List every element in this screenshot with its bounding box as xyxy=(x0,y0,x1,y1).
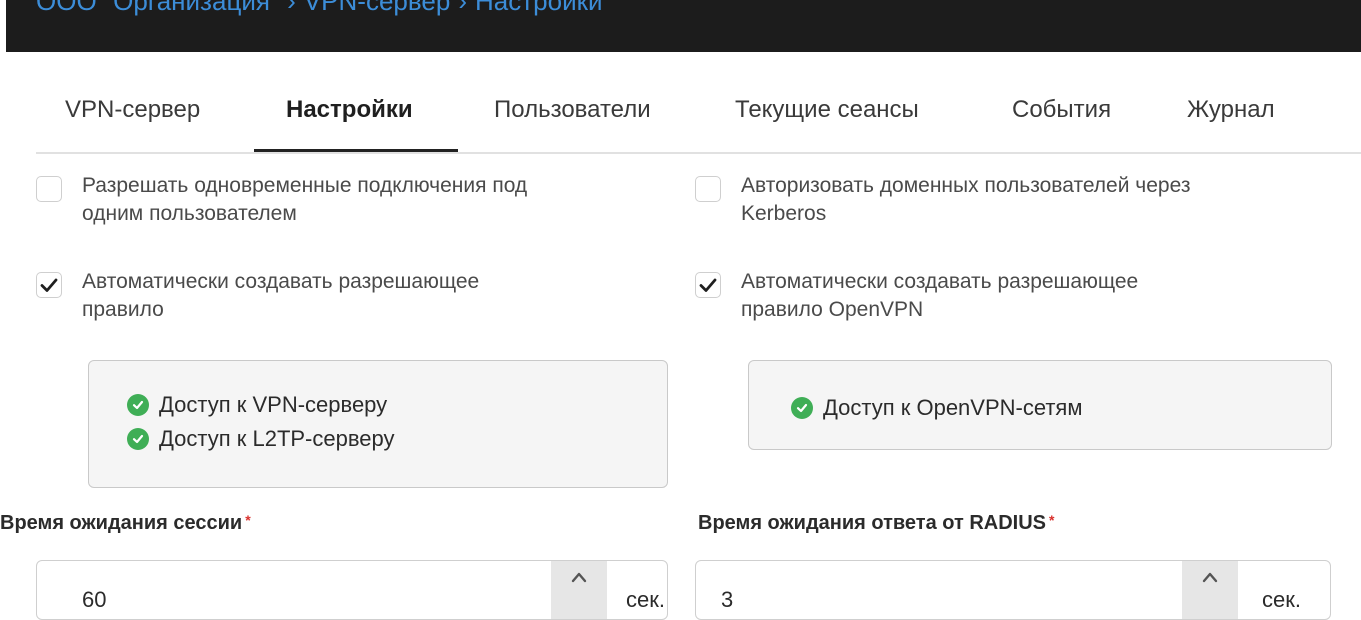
permission-item: Доступ к VPN-серверу xyxy=(127,388,667,422)
radius-timeout-unit: сек. xyxy=(1262,587,1301,612)
kerberos-checkbox[interactable] xyxy=(695,176,721,202)
auto-rule-openvpn-checkbox[interactable] xyxy=(695,272,721,298)
radius-timeout-input[interactable]: 3 сек. xyxy=(695,560,1331,620)
breadcrumb-section[interactable]: VPN-сервер xyxy=(304,0,450,16)
chevron-up-icon xyxy=(571,572,587,583)
tab-vpn-server[interactable]: VPN-сервер xyxy=(65,86,200,152)
session-timeout-input[interactable]: 60 сек. xyxy=(36,560,668,620)
chevron-up-icon xyxy=(1202,572,1218,583)
breadcrumb-page: Настройки xyxy=(475,0,603,16)
breadcrumb-separator-icon: › xyxy=(287,0,296,16)
checkmark-icon xyxy=(40,278,58,292)
permission-item: Доступ к L2TP-серверу xyxy=(127,422,667,456)
check-circle-icon xyxy=(127,428,149,450)
tab-sessions[interactable]: Текущие сеансы xyxy=(735,86,919,152)
option-auto-rule: Автоматически создавать разрешающее прав… xyxy=(36,268,676,324)
check-circle-icon xyxy=(791,397,813,419)
simultaneous-connections-label-line1: Разрешать одновременные подключения под xyxy=(82,174,528,197)
required-mark: * xyxy=(245,512,251,528)
permission-l2tp-server: Доступ к L2TP-серверу xyxy=(159,426,395,451)
auto-rule-label-line1: Автоматически создавать разрешающее xyxy=(82,270,480,293)
radius-timeout-increment-button[interactable] xyxy=(1182,561,1238,619)
session-timeout-increment-button[interactable] xyxy=(551,561,607,619)
auto-rule-openvpn-label-line1: Автоматически создавать разрешающее xyxy=(741,270,1139,293)
required-mark: * xyxy=(1049,512,1055,528)
simultaneous-connections-checkbox[interactable] xyxy=(36,176,62,202)
option-kerberos: Авторизовать доменных пользователей чере… xyxy=(695,172,1355,228)
tab-settings[interactable]: Настройки xyxy=(286,86,413,152)
kerberos-label-line1: Авторизовать доменных пользователей чере… xyxy=(741,174,1191,197)
option-simultaneous-connections: Разрешать одновременные подключения под … xyxy=(36,172,676,228)
breadcrumb-separator-icon: › xyxy=(458,0,467,16)
checkmark-icon xyxy=(699,278,717,292)
tab-users[interactable]: Пользователи xyxy=(494,86,651,152)
auto-rule-openvpn-label-line2: правило OpenVPN xyxy=(741,298,924,321)
tab-events[interactable]: События xyxy=(1012,86,1111,152)
radius-timeout-value[interactable]: 3 xyxy=(721,587,733,613)
session-timeout-value[interactable]: 60 xyxy=(82,587,106,613)
session-timeout-label: Время ожидания сессии * xyxy=(0,512,251,534)
option-auto-rule-openvpn: Автоматически создавать разрешающее прав… xyxy=(695,268,1355,324)
radius-timeout-label: Время ожидания ответа от RADIUS * xyxy=(698,512,1055,534)
kerberos-label-line2: Kerberos xyxy=(741,202,827,225)
permission-item: Доступ к OpenVPN-сетям xyxy=(791,391,1331,425)
auto-rule-label-line2: правило xyxy=(82,298,164,321)
vpn-permissions-panel: Доступ к VPN-серверу Доступ к L2TP-серве… xyxy=(88,360,668,488)
session-timeout-unit: сек. xyxy=(626,587,665,612)
openvpn-permissions-panel: Доступ к OpenVPN-сетям xyxy=(748,360,1332,450)
breadcrumb: ООО "Организация" › VPN-сервер › Настройки xyxy=(36,0,603,17)
top-bar: ООО "Организация" › VPN-сервер › Настройки xyxy=(6,0,1361,52)
simultaneous-connections-label-line2: одним пользователем xyxy=(82,202,297,225)
breadcrumb-org[interactable]: ООО "Организация" xyxy=(36,0,279,16)
tabs-divider xyxy=(36,152,1361,154)
tab-bar: VPN-сервер Настройки Пользователи Текущи… xyxy=(36,86,1361,154)
check-circle-icon xyxy=(127,394,149,416)
tab-log[interactable]: Журнал xyxy=(1187,86,1275,152)
permission-vpn-server: Доступ к VPN-серверу xyxy=(159,392,388,417)
auto-rule-checkbox[interactable] xyxy=(36,272,62,298)
permission-openvpn-networks: Доступ к OpenVPN-сетям xyxy=(823,395,1083,420)
